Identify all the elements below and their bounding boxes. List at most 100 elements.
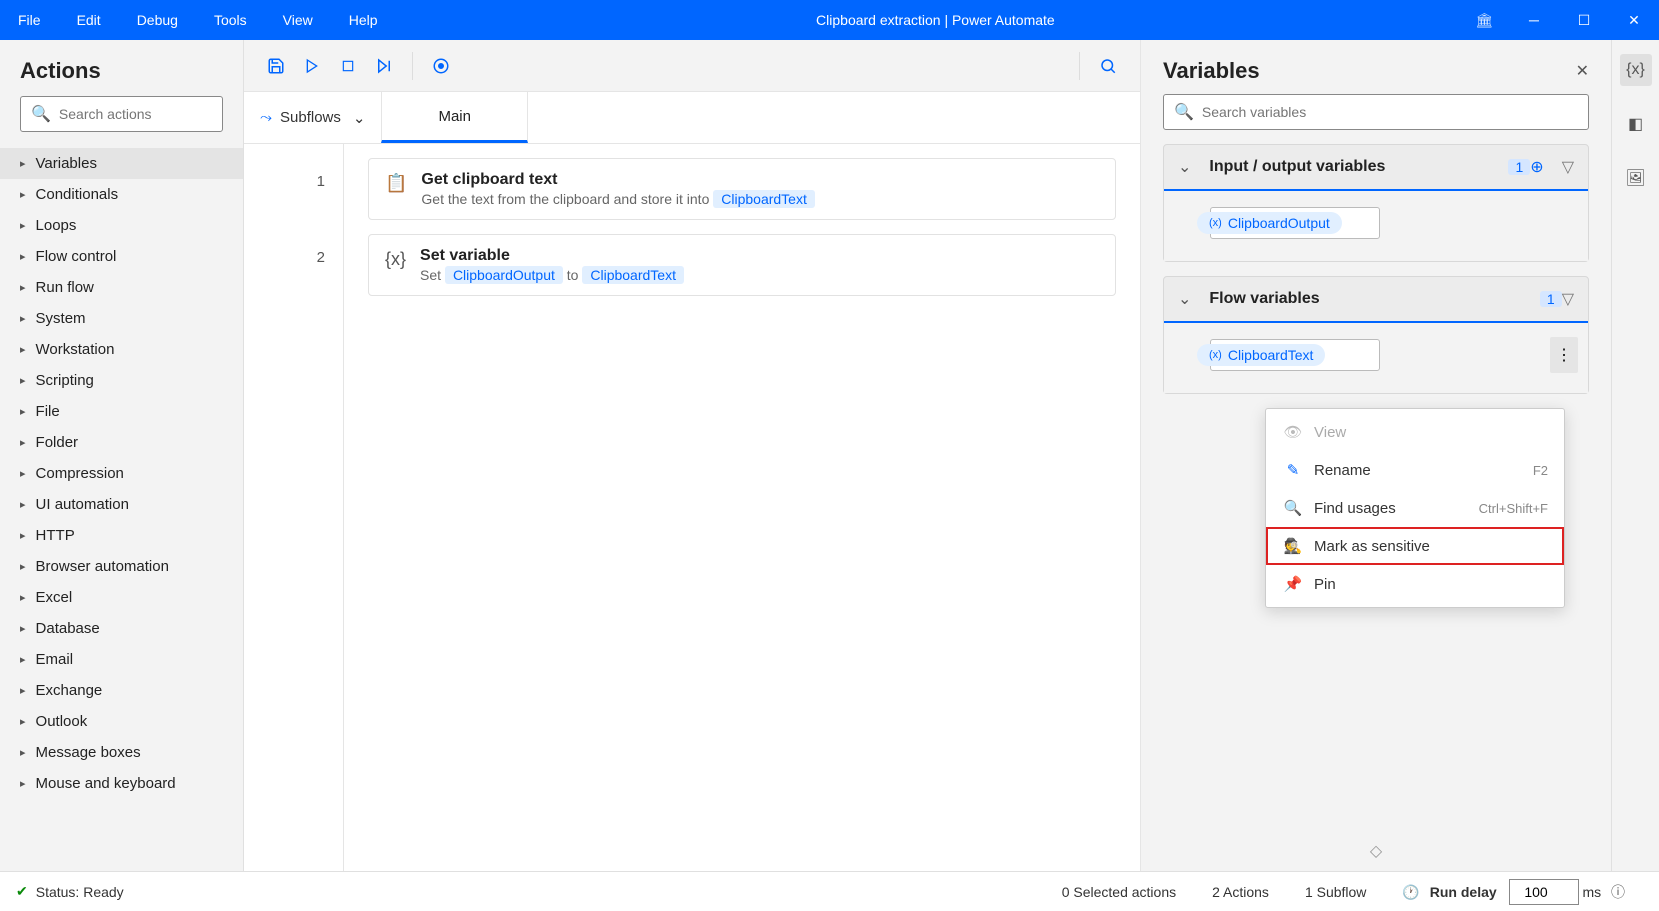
clear-variables-icon[interactable]: ◇ — [1370, 843, 1382, 860]
search-icon: 🔍 — [31, 104, 51, 124]
variable-more-button[interactable]: ⋮ — [1550, 337, 1578, 373]
collapse-icon[interactable]: ⌄ — [1178, 289, 1191, 309]
subflow-bar: ⤳ Subflows ⌄ Main — [244, 92, 1140, 144]
ctx-pin[interactable]: 📌 Pin — [1266, 565, 1564, 603]
variable-chip[interactable]: ClipboardText — [713, 190, 815, 208]
window-title: Clipboard extraction | Power Automate — [396, 12, 1476, 28]
action-cat-database[interactable]: ▸Database — [0, 613, 243, 644]
environment-badge[interactable]: 🏛 — [1475, 12, 1499, 29]
info-icon[interactable]: ⓘ — [1611, 884, 1625, 900]
menu-debug[interactable]: Debug — [119, 0, 196, 40]
action-cat-run-flow[interactable]: ▸Run flow — [0, 272, 243, 303]
side-rail: {x} ◧ 🖼 — [1611, 40, 1659, 871]
variables-search[interactable]: 🔍 — [1163, 94, 1589, 130]
action-cat-workstation[interactable]: ▸Workstation — [0, 334, 243, 365]
tab-main[interactable]: Main — [381, 92, 528, 143]
statusbar: ✔ Status: Ready 0 Selected actions 2 Act… — [0, 871, 1659, 911]
actions-panel: Actions 🔍 ▸Variables ▸Conditionals ▸Loop… — [0, 40, 244, 871]
variable-item[interactable]: (x)ClipboardText — [1210, 339, 1380, 371]
run-delay-input[interactable] — [1509, 879, 1579, 905]
close-panel-button[interactable]: ✕ — [1576, 61, 1589, 81]
run-button[interactable] — [294, 48, 330, 84]
filter-icon[interactable]: ▽ — [1562, 157, 1574, 177]
action-cat-browser-automation[interactable]: ▸Browser automation — [0, 551, 243, 582]
actions-heading: Actions — [0, 40, 243, 96]
action-cat-message-boxes[interactable]: ▸Message boxes — [0, 737, 243, 768]
action-cat-folder[interactable]: ▸Folder — [0, 427, 243, 458]
variable-context-menu: 👁 View ✎ Rename F2 🔍 Find usages Ctrl+Sh… — [1265, 408, 1565, 608]
step-button[interactable] — [366, 48, 402, 84]
action-cat-scripting[interactable]: ▸Scripting — [0, 365, 243, 396]
action-cat-email[interactable]: ▸Email — [0, 644, 243, 675]
action-cat-outlook[interactable]: ▸Outlook — [0, 706, 243, 737]
close-button[interactable]: ✕ — [1609, 0, 1659, 40]
editor-toolbar — [244, 40, 1140, 92]
action-category-list[interactable]: ▸Variables ▸Conditionals ▸Loops ▸Flow co… — [0, 144, 243, 871]
step-set-variable[interactable]: {x} Set variable Set ClipboardOutput to … — [368, 234, 1116, 296]
minimize-button[interactable]: ─ — [1509, 0, 1559, 40]
variable-pill[interactable]: (x)ClipboardOutput — [1197, 212, 1342, 234]
step-get-clipboard[interactable]: 📋 Get clipboard text Get the text from t… — [368, 158, 1116, 220]
variables-search-input[interactable] — [1202, 104, 1578, 120]
actions-count: 2 Actions — [1212, 884, 1269, 900]
action-cat-http[interactable]: ▸HTTP — [0, 520, 243, 551]
pin-icon: 📌 — [1282, 575, 1304, 593]
search-flow-button[interactable] — [1090, 48, 1126, 84]
rail-images-button[interactable]: 🖼 — [1620, 162, 1652, 194]
variable-chip[interactable]: ClipboardOutput — [445, 266, 563, 284]
ctx-view: 👁 View — [1266, 413, 1564, 451]
action-cat-loops[interactable]: ▸Loops — [0, 210, 243, 241]
menu-bar: File Edit Debug Tools View Help — [0, 0, 396, 40]
actions-search-input[interactable] — [59, 106, 240, 122]
window-controls: ─ ☐ ✕ — [1509, 0, 1659, 40]
menu-help[interactable]: Help — [331, 0, 396, 40]
run-delay-label: Run delay — [1430, 884, 1497, 900]
action-cat-variables[interactable]: ▸Variables — [0, 148, 243, 179]
action-cat-conditionals[interactable]: ▸Conditionals — [0, 179, 243, 210]
rail-variables-button[interactable]: {x} — [1620, 54, 1652, 86]
action-cat-exchange[interactable]: ▸Exchange — [0, 675, 243, 706]
steps-list: 📋 Get clipboard text Get the text from t… — [344, 144, 1140, 871]
stop-button[interactable] — [330, 48, 366, 84]
ctx-find-usages[interactable]: 🔍 Find usages Ctrl+Shift+F — [1266, 489, 1564, 527]
shortcut-label: Ctrl+Shift+F — [1479, 501, 1548, 516]
variables-heading: Variables — [1163, 58, 1576, 84]
action-cat-file[interactable]: ▸File — [0, 396, 243, 427]
rail-ui-elements-button[interactable]: ◧ — [1620, 108, 1652, 140]
status-ok-icon: ✔ — [16, 883, 28, 900]
variable-chip[interactable]: ClipboardText — [582, 266, 684, 284]
action-cat-compression[interactable]: ▸Compression — [0, 458, 243, 489]
action-cat-ui-automation[interactable]: ▸UI automation — [0, 489, 243, 520]
action-cat-system[interactable]: ▸System — [0, 303, 243, 334]
record-button[interactable] — [423, 48, 459, 84]
step-description: Set ClipboardOutput to ClipboardText — [420, 267, 684, 283]
action-cat-mouse-keyboard[interactable]: ▸Mouse and keyboard — [0, 768, 243, 799]
actions-search[interactable]: 🔍 — [20, 96, 223, 132]
action-cat-flow-control[interactable]: ▸Flow control — [0, 241, 243, 272]
menu-tools[interactable]: Tools — [196, 0, 265, 40]
menu-edit[interactable]: Edit — [59, 0, 119, 40]
section-title: Input / output variables — [1209, 158, 1502, 176]
add-variable-button[interactable]: ⊕ — [1530, 157, 1543, 177]
variable-item[interactable]: (x)ClipboardOutput — [1210, 207, 1380, 239]
menu-view[interactable]: View — [265, 0, 331, 40]
line-number: 1 — [244, 160, 343, 236]
save-button[interactable] — [258, 48, 294, 84]
maximize-button[interactable]: ☐ — [1559, 0, 1609, 40]
section-count: 1 — [1540, 291, 1562, 307]
variable-pill[interactable]: (x)ClipboardText — [1197, 344, 1325, 366]
subflows-dropdown[interactable]: ⤳ Subflows ⌄ — [244, 92, 381, 143]
filter-icon[interactable]: ▽ — [1562, 289, 1574, 309]
line-gutter: 1 2 — [244, 144, 344, 871]
ctx-rename[interactable]: ✎ Rename F2 — [1266, 451, 1564, 489]
flow-editor: ⤳ Subflows ⌄ Main 1 2 📋 Get clipboard te… — [244, 40, 1141, 871]
action-cat-excel[interactable]: ▸Excel — [0, 582, 243, 613]
ctx-mark-sensitive[interactable]: 🕵 Mark as sensitive — [1266, 527, 1564, 565]
collapse-icon[interactable]: ⌄ — [1178, 157, 1191, 177]
subflow-icon: ⤳ — [260, 109, 272, 126]
menu-file[interactable]: File — [0, 0, 59, 40]
selected-count: 0 Selected actions — [1062, 884, 1176, 900]
sensitive-icon: 🕵 — [1282, 537, 1304, 555]
line-number: 2 — [244, 236, 343, 312]
shortcut-label: F2 — [1533, 463, 1548, 478]
